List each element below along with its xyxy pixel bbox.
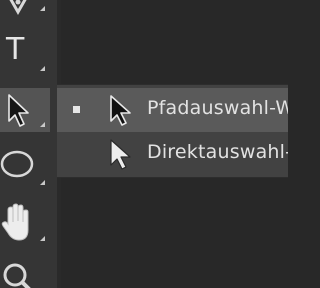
tool-ellipse[interactable] [0,142,50,186]
flyout-item-label: Direktauswahl-Werkzeug [147,141,288,163]
tool-hand[interactable] [0,202,50,246]
photoshop-workspace: T Pfadauswahl-W Direktauswahl [0,0,288,288]
flyout-item-path-selection[interactable]: Pfadauswahl-Werkzeug [57,88,288,132]
flyout-item-label: Pfadauswahl-Werkzeug [147,97,288,119]
selected-indicator [73,106,80,113]
tool-zoom[interactable] [0,258,50,288]
tool-path-selection[interactable] [0,88,50,132]
flyout-indicator [40,66,45,71]
flyout-indicator [40,236,45,241]
selection-tool-flyout: Pfadauswahl-Werkzeug Direktauswahl-Werkz… [57,84,288,178]
type-tool-icon: T [6,32,25,67]
flyout-indicator [40,180,45,185]
pen-tool-icon [9,0,27,16]
tool-pen[interactable] [0,0,50,26]
flyout-indicator [40,122,45,127]
white-arrow-icon [110,139,131,170]
zoom-tool-icon [3,263,31,288]
flyout-indicator [40,6,45,11]
tools-panel: T [0,0,57,288]
tool-type[interactable]: T [0,30,50,74]
black-arrow-icon [110,95,131,126]
flyout-item-direct-selection[interactable]: Direktauswahl-Werkzeug [57,132,288,176]
